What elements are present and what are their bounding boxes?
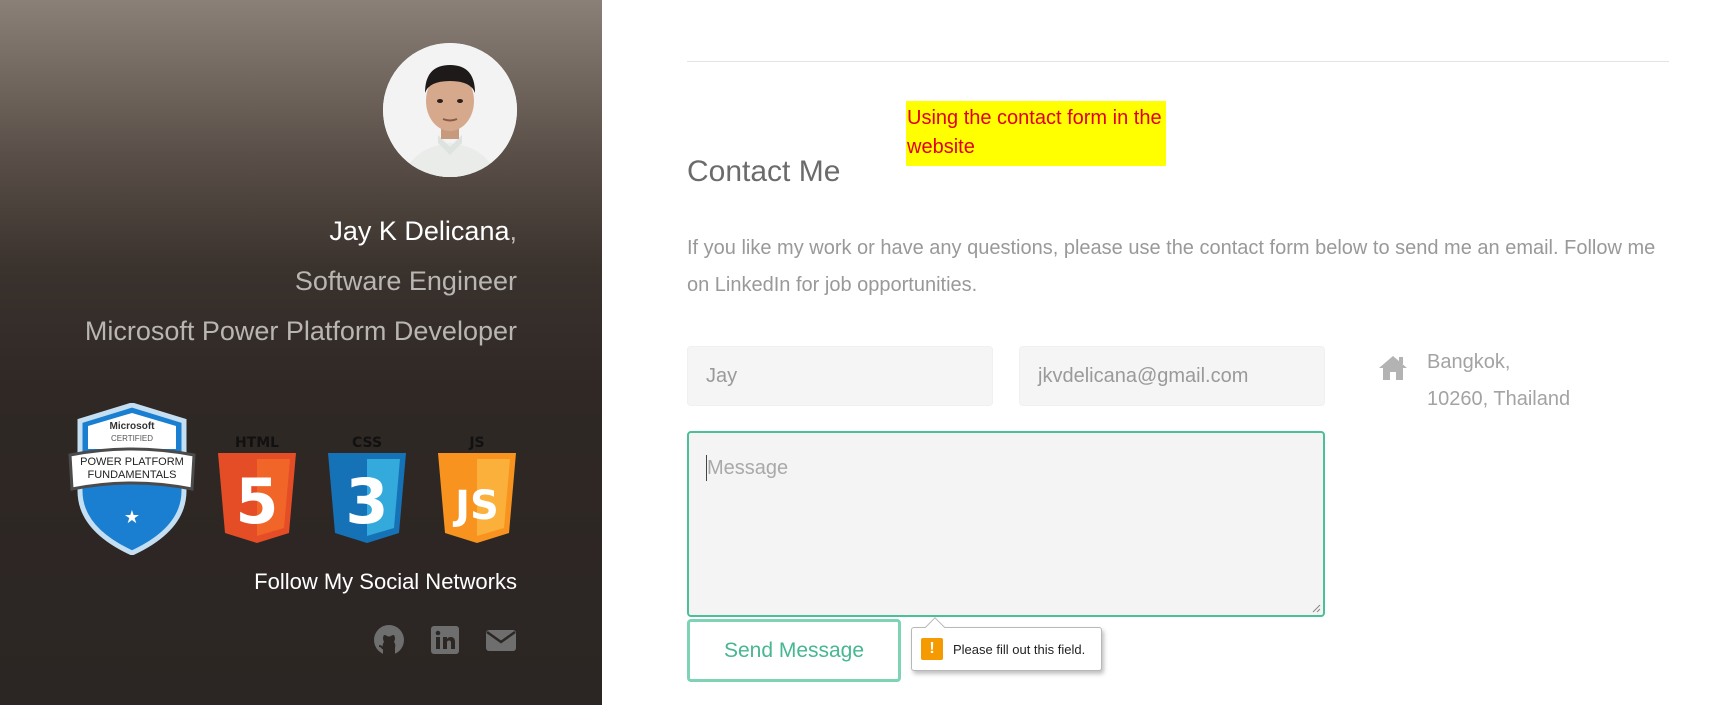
location-postal: 10260, Thailand <box>1427 388 1571 410</box>
svg-text:JS: JS <box>468 435 484 451</box>
profile-name-text: Jay K Delicana <box>329 216 510 246</box>
html5-logo-icon: HTML 5 <box>218 435 296 543</box>
svg-text:CSS: CSS <box>352 435 382 451</box>
follow-heading: Follow My Social Networks <box>254 569 517 594</box>
send-message-button[interactable]: Send Message <box>687 619 901 682</box>
warning-icon: ! <box>921 638 943 660</box>
annotation-note: Using the contact form in the website <box>906 101 1166 166</box>
message-placeholder: Message <box>707 457 789 479</box>
linkedin-icon <box>430 625 459 654</box>
resize-handle-icon[interactable] <box>1311 603 1321 613</box>
message-field[interactable]: Message <box>687 431 1325 617</box>
svg-text:5: 5 <box>235 465 278 538</box>
section-divider <box>687 61 1669 62</box>
envelope-icon <box>485 629 516 651</box>
contact-title: Contact Me <box>687 155 841 188</box>
text-caret <box>706 455 707 481</box>
svg-text:3: 3 <box>345 465 388 538</box>
svg-text:POWER PLATFORM: POWER PLATFORM <box>80 456 184 468</box>
svg-text:FUNDAMENTALS: FUNDAMENTALS <box>87 469 176 481</box>
social-links <box>372 623 517 656</box>
name-comma: , <box>509 216 517 246</box>
validation-tooltip: ! Please fill out this field. <box>911 617 1102 671</box>
javascript-logo-icon: JS JS <box>438 435 516 543</box>
github-link[interactable] <box>372 623 405 656</box>
github-icon <box>373 624 404 655</box>
avatar <box>383 43 517 177</box>
linkedin-link[interactable] <box>428 623 461 656</box>
profile-role-1: Software Engineer <box>294 266 517 296</box>
svg-text:Microsoft: Microsoft <box>110 421 156 432</box>
profile-role-2: Microsoft Power Platform Developer <box>84 316 517 346</box>
validation-message: Please fill out this field. <box>953 641 1086 657</box>
svg-text:CERTIFIED: CERTIFIED <box>111 434 153 443</box>
location-city: Bangkok, <box>1427 351 1511 373</box>
profile-sidebar: Jay K Delicana, Software Engineer Micros… <box>0 0 602 705</box>
profile-name: Jay K Delicana, <box>329 216 517 247</box>
power-platform-badge-icon: Microsoft CERTIFIED POWER PLATFORM FUNDA… <box>68 403 196 555</box>
contact-lead: If you like my work or have any question… <box>687 237 1656 296</box>
svg-text:JS: JS <box>452 483 499 529</box>
email-field[interactable]: jkvdelicana@gmail.com <box>1019 346 1325 406</box>
svg-text:★: ★ <box>124 507 140 528</box>
name-field[interactable]: Jay <box>687 346 993 406</box>
certification-badges: Microsoft CERTIFIED POWER PLATFORM FUNDA… <box>66 403 518 555</box>
svg-text:HTML: HTML <box>235 435 279 451</box>
css3-logo-icon: CSS 3 <box>328 435 406 543</box>
home-icon <box>1379 356 1407 380</box>
email-link[interactable] <box>484 623 517 656</box>
tooltip-arrow <box>925 617 945 637</box>
